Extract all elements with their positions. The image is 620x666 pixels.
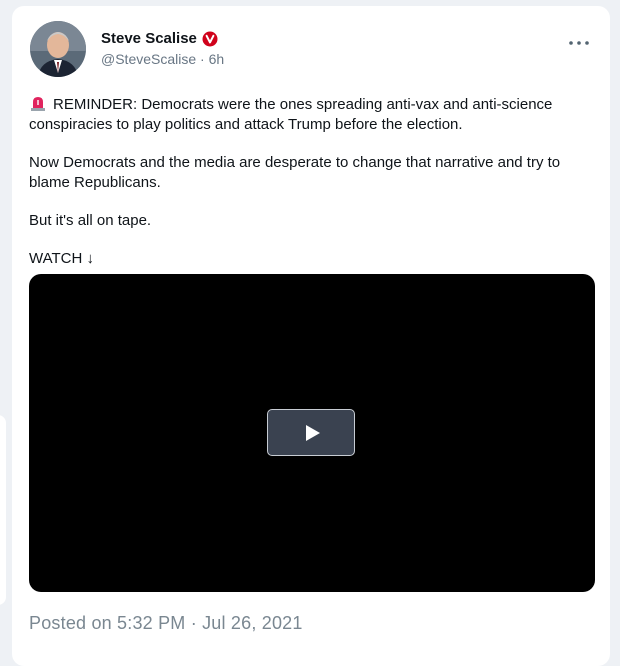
verified-badge-icon xyxy=(202,31,218,46)
video-player[interactable] xyxy=(29,274,595,592)
background-card-edge xyxy=(0,415,6,605)
posted-timestamp: Posted on 5:32 PM · Jul 26, 2021 xyxy=(29,613,303,633)
more-options-icon[interactable] xyxy=(568,39,590,47)
author-handle[interactable]: @SteveScalise xyxy=(101,51,196,67)
avatar[interactable] xyxy=(30,21,86,77)
tweet-paragraph-2: Now Democrats and the media are desperat… xyxy=(29,154,561,191)
meta-separator: · xyxy=(200,51,205,67)
rotating-light-icon xyxy=(31,97,45,111)
time-ago[interactable]: 6h xyxy=(209,51,225,67)
tweet-text: REMINDER: Democrats were the ones spread… xyxy=(29,94,589,269)
play-icon xyxy=(305,424,320,441)
play-button[interactable] xyxy=(267,409,355,456)
tweet-paragraph-1: REMINDER: Democrats were the ones spread… xyxy=(29,96,553,133)
author-name[interactable]: Steve Scalise xyxy=(101,30,197,47)
author-handle-row: @SteveScalise · 6h xyxy=(101,51,224,67)
tweet-paragraph-3: But it's all on tape. xyxy=(29,212,152,229)
author-name-row: Steve Scalise xyxy=(101,30,218,47)
tweet-card: Steve Scalise @SteveScalise · 6h REMINDE… xyxy=(12,6,610,666)
tweet-paragraph-4: WATCH ↓ xyxy=(29,250,94,267)
